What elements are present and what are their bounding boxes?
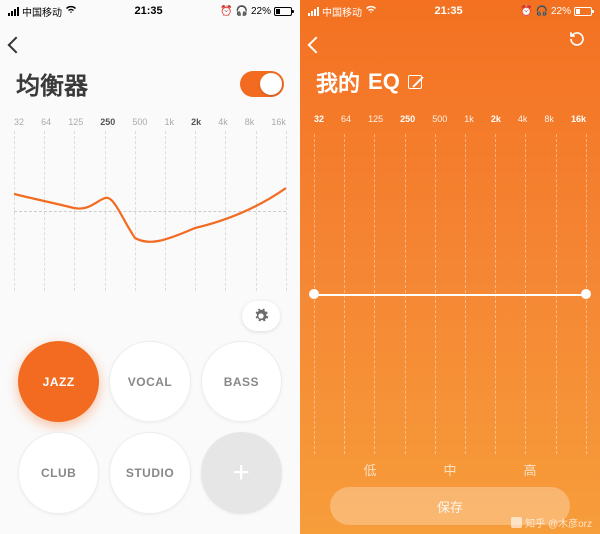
watermark: 知乎 @木彦orz — [511, 515, 592, 530]
reset-button[interactable] — [568, 30, 586, 48]
settings-button[interactable] — [242, 301, 280, 331]
wifi-icon — [365, 5, 377, 17]
alarm-icon: ⏰ — [520, 6, 532, 17]
add-preset-button[interactable]: + — [201, 432, 282, 513]
signal-icon — [308, 7, 319, 16]
signal-icon — [8, 7, 19, 16]
battery-icon — [574, 7, 592, 16]
preset-club[interactable]: CLUB — [18, 432, 99, 513]
headphones-icon: 🎧 — [236, 6, 248, 17]
eq-curve-chart — [0, 131, 300, 291]
battery-pct: 22% — [551, 6, 571, 17]
zhihu-icon — [511, 517, 522, 528]
back-button[interactable] — [8, 37, 25, 54]
carrier-label: 中国移动 — [322, 4, 362, 19]
carrier-label: 中国移动 — [22, 4, 62, 19]
preset-vocal[interactable]: VOCAL — [109, 341, 190, 422]
clock: 21:35 — [434, 5, 462, 17]
preset-bass[interactable]: BASS — [201, 341, 282, 422]
preset-grid: JAZZ VOCAL BASS CLUB STUDIO + — [0, 341, 300, 514]
preset-studio[interactable]: STUDIO — [109, 432, 190, 513]
page-title: 我的 EQ — [316, 66, 422, 98]
headphones-icon: 🎧 — [536, 6, 548, 17]
status-bar: 中国移动 21:35 ⏰ 🎧 22% — [300, 0, 600, 20]
gear-icon — [253, 308, 269, 324]
alarm-icon: ⏰ — [220, 6, 232, 17]
jazz-curve — [14, 131, 286, 291]
page-title: 均衡器 — [16, 66, 88, 101]
battery-icon — [274, 7, 292, 16]
wifi-icon — [65, 5, 77, 17]
back-button[interactable] — [308, 37, 325, 54]
eq-sliders[interactable] — [314, 134, 586, 454]
clock: 21:35 — [134, 5, 162, 17]
slider-handle[interactable] — [309, 289, 319, 299]
frequency-labels: 32 64 125 250 500 1k 2k 4k 8k 16k — [0, 111, 300, 131]
status-bar: 中国移动 21:35 ⏰ 🎧 22% — [0, 0, 300, 20]
preset-jazz[interactable]: JAZZ — [18, 341, 99, 422]
slider-handle[interactable] — [581, 289, 591, 299]
edit-icon[interactable] — [408, 75, 422, 89]
range-labels: 低 中 高 — [300, 454, 600, 487]
frequency-labels: 32 64 125 250 500 1k 2k 4k 8k 16k — [300, 108, 600, 128]
eq-toggle[interactable] — [240, 71, 284, 97]
eq-line — [314, 294, 586, 296]
battery-pct: 22% — [251, 6, 271, 17]
